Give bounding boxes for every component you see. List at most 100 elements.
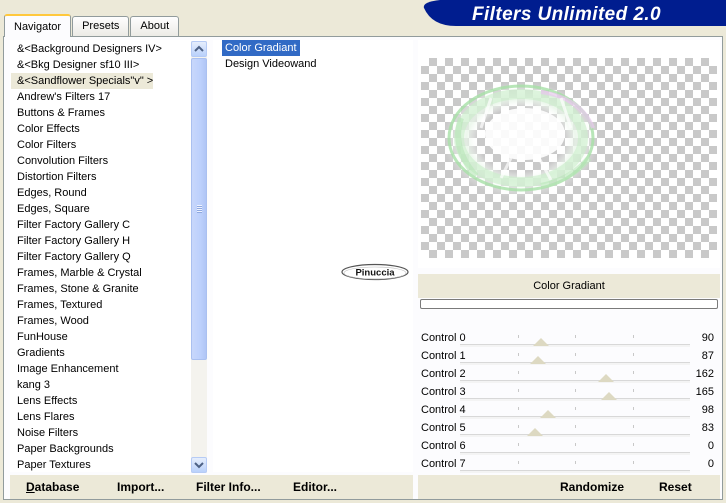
slider-tick <box>517 461 519 464</box>
category-item[interactable]: Lens Effects <box>11 393 191 409</box>
preview-canvas <box>421 58 717 258</box>
category-item[interactable]: Paper Backgrounds <box>11 441 191 457</box>
slider-tick <box>632 443 634 446</box>
category-item[interactable]: Edges, Round <box>11 185 191 201</box>
category-list[interactable]: &<Background Designers IV> &<Bkg Designer… <box>10 40 207 473</box>
slider-thumb[interactable] <box>533 338 550 346</box>
slider-tick <box>575 371 576 374</box>
category-item[interactable]: kang 3 <box>11 377 191 393</box>
slider-tick <box>632 461 634 464</box>
control-row: Control 4 98 <box>418 402 720 420</box>
slider-track[interactable] <box>460 344 690 347</box>
category-item[interactable]: Gradients <box>11 345 191 361</box>
control-label: Control 5 <box>421 422 466 434</box>
category-item[interactable]: &<Sandflower Specials"v" > <box>11 73 153 89</box>
category-item[interactable]: Distortion Filters <box>11 169 191 185</box>
filter-item[interactable]: Design Videowand <box>222 56 320 72</box>
slider-track[interactable] <box>460 470 690 473</box>
slider-track[interactable] <box>460 416 690 419</box>
control-label: Control 3 <box>421 386 466 398</box>
slider-track[interactable] <box>460 398 690 401</box>
category-item[interactable]: Color Filters <box>11 137 191 153</box>
category-scrollbar[interactable] <box>191 41 207 473</box>
category-item[interactable]: Edges, Square <box>11 201 191 217</box>
control-row: Control 1 87 <box>418 348 720 366</box>
control-row: Control 0 90 <box>418 330 720 348</box>
slider-tick <box>632 371 634 374</box>
randomize-button[interactable]: Randomize <box>560 475 624 499</box>
scroll-up-button[interactable] <box>191 41 207 57</box>
tab-presets[interactable]: Presets <box>72 16 130 36</box>
category-item[interactable]: Convolution Filters <box>11 153 191 169</box>
control-label: Control 7 <box>421 458 466 470</box>
control-label: Control 1 <box>421 350 466 362</box>
bottom-toolbar: Database Import... Filter Info... Editor… <box>10 475 413 499</box>
slider-tick <box>517 389 519 392</box>
import-button[interactable]: Import... <box>117 475 164 499</box>
category-item[interactable]: Frames, Stone & Granite <box>11 281 191 297</box>
category-item[interactable]: Andrew's Filters 17 <box>11 89 191 105</box>
pinuccia-text: Pinuccia <box>355 268 395 279</box>
category-items: &<Background Designers IV> &<Bkg Designer… <box>11 41 191 473</box>
slider-tick <box>517 443 519 446</box>
category-item[interactable]: Lens Flares <box>11 409 191 425</box>
slider-tick <box>517 407 519 410</box>
slider-tick <box>575 425 576 428</box>
slider-tick <box>632 389 634 392</box>
tab-about[interactable]: About <box>130 16 180 36</box>
slider-tick <box>575 389 576 392</box>
category-item[interactable]: Buttons & Frames <box>11 105 191 121</box>
category-item[interactable]: Filter Factory Gallery Q <box>11 249 191 265</box>
category-item[interactable]: &<Bkg Designer sf10 III> <box>11 57 191 73</box>
slider-track[interactable] <box>460 452 690 455</box>
pinuccia-logo: Pinuccia <box>340 263 410 281</box>
slider-tick <box>575 461 576 464</box>
tab-strip: Navigator Presets About <box>4 12 180 37</box>
app-title: Filters Unlimited 2.0 <box>472 4 661 25</box>
slider-tick <box>632 353 634 356</box>
slider-tick <box>517 425 519 428</box>
category-item[interactable]: Frames, Marble & Crystal <box>11 265 191 281</box>
filter-list[interactable]: Color Gradiant Design Videowand <box>213 40 413 472</box>
filter-item[interactable]: Color Gradiant <box>222 40 300 56</box>
control-label: Control 6 <box>421 440 466 452</box>
slider-tick <box>517 371 519 374</box>
slider-track[interactable] <box>460 362 690 365</box>
category-item[interactable]: Frames, Textured <box>11 297 191 313</box>
control-label: Control 4 <box>421 404 466 416</box>
category-item[interactable]: Filter Factory Gallery H <box>11 233 191 249</box>
slider-tick <box>575 353 576 356</box>
slider-track[interactable] <box>460 380 690 383</box>
slider-tick <box>575 443 576 446</box>
editor-button[interactable]: Editor... <box>293 475 337 499</box>
slider-thumb[interactable] <box>540 410 557 418</box>
control-value: 83 <box>701 422 714 434</box>
preview-area <box>418 40 720 268</box>
scroll-thumb[interactable] <box>191 58 207 360</box>
category-item[interactable]: &<Background Designers IV> <box>11 41 191 57</box>
database-button[interactable]: Database <box>26 475 79 499</box>
slider-thumb[interactable] <box>600 392 617 400</box>
slider-track[interactable] <box>460 434 690 437</box>
control-value: 98 <box>701 404 714 416</box>
scroll-down-button[interactable] <box>191 457 207 473</box>
title-banner: Filters Unlimited 2.0 <box>422 0 726 30</box>
category-item[interactable]: Frames, Wood <box>11 313 191 329</box>
slider-thumb[interactable] <box>530 356 547 364</box>
slider-tick <box>632 425 634 428</box>
slider-thumb[interactable] <box>526 428 543 436</box>
category-item[interactable]: Paper Textures <box>11 457 191 473</box>
reset-button[interactable]: Reset <box>659 475 692 499</box>
progress-bar <box>420 299 718 309</box>
category-item[interactable]: Color Effects <box>11 121 191 137</box>
chevron-up-icon <box>194 45 204 52</box>
tab-navigator[interactable]: Navigator <box>4 14 72 37</box>
filter-info-button[interactable]: Filter Info... <box>196 475 261 499</box>
slider-thumb[interactable] <box>598 374 615 382</box>
category-item[interactable]: Filter Factory Gallery C <box>11 217 191 233</box>
control-value: 165 <box>695 386 714 398</box>
category-item[interactable]: Image Enhancement <box>11 361 191 377</box>
category-item[interactable]: Noise Filters <box>11 425 191 441</box>
category-item[interactable]: FunHouse <box>11 329 191 345</box>
controls-panel: Control 0 90 Control 1 87 Control 2 162 Contro… <box>418 330 720 474</box>
